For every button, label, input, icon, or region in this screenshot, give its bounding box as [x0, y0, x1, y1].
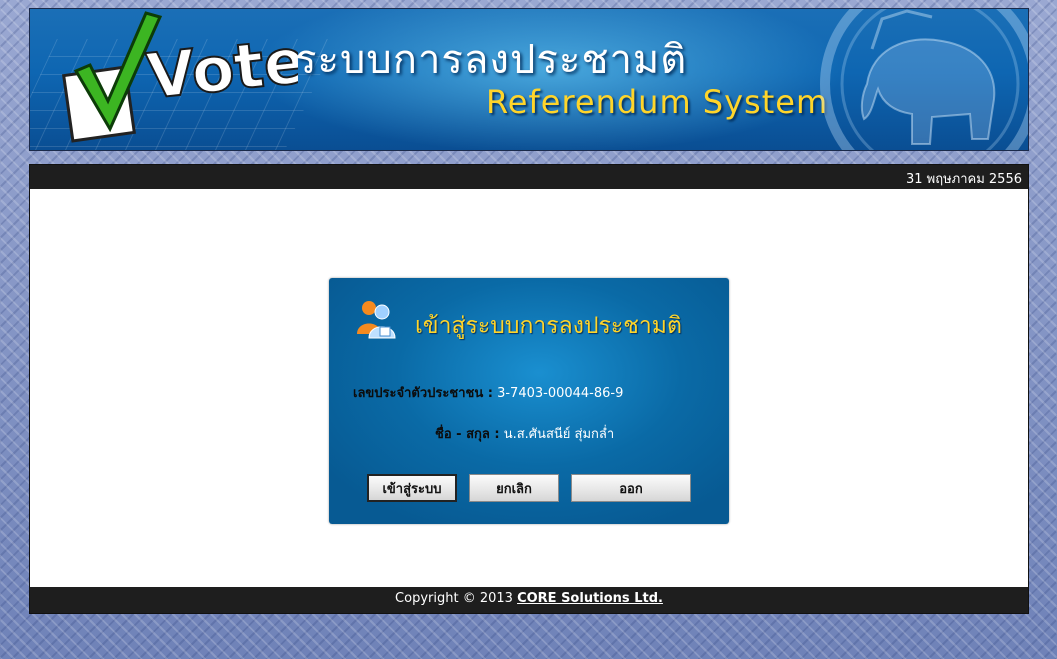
exit-button[interactable]: ออก	[571, 474, 691, 502]
fullname-label: ชื่อ - สกุล :	[435, 427, 500, 442]
fullname-value: น.ส.ศันสนีย์ สุ่มกล่ำ	[503, 427, 615, 442]
main-frame: 31 พฤษภาคม 2556 เข้าสู่ระบบการลงประชามติ…	[29, 164, 1029, 614]
citizen-id-value: 3-7403-00044-86-9	[497, 386, 624, 401]
elephant-emblem-icon	[820, 9, 1028, 150]
banner-title-thai: ระบบการลงประชามติ	[295, 37, 688, 83]
citizen-id-label: เลขประจำตัวประชาชน :	[353, 386, 493, 401]
header-banner: Vote ระบบการลงประชามติ Referendum System	[29, 8, 1029, 151]
login-title: เข้าสู่ระบบการลงประชามติ	[415, 313, 682, 339]
vote-logo: Vote	[62, 11, 298, 143]
top-bar: 31 พฤษภาคม 2556	[30, 165, 1028, 189]
company-link[interactable]: CORE Solutions Ltd.	[517, 591, 663, 606]
login-button[interactable]: เข้าสู่ระบบ	[367, 474, 457, 502]
current-date: 31 พฤษภาคม 2556	[905, 172, 1022, 187]
users-icon	[357, 301, 396, 339]
vote-logo-text: Vote	[143, 24, 298, 113]
citizen-id-row: เลขประจำตัวประชาชน : 3-7403-00044-86-9	[353, 382, 623, 403]
fullname-row: ชื่อ - สกุล : น.ส.ศันสนีย์ สุ่มกล่ำ	[435, 423, 614, 444]
cancel-button[interactable]: ยกเลิก	[469, 474, 559, 502]
login-panel: เข้าสู่ระบบการลงประชามติ เลขประจำตัวประช…	[329, 278, 729, 524]
banner-title-english: Referendum System	[486, 83, 829, 121]
copyright-text: Copyright © 2013	[395, 591, 513, 606]
footer-bar: Copyright © 2013 CORE Solutions Ltd.	[30, 587, 1028, 613]
